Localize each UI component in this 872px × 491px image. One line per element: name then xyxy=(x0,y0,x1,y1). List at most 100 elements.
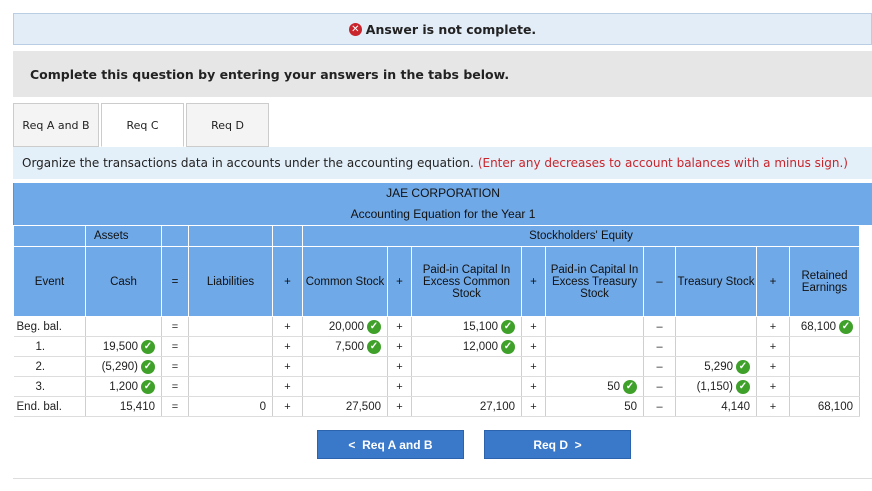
paid-in-treasury-header: Paid-in Capital In Excess Treasury Stock xyxy=(545,246,644,317)
event-label: End. bal. xyxy=(13,396,86,417)
paid-in-common-cell[interactable] xyxy=(411,376,522,397)
plus-sign: + xyxy=(521,356,546,377)
cash-cell-value: 19,500 xyxy=(102,340,138,353)
paid-in-treasury-cell[interactable] xyxy=(545,336,644,357)
plus-sign: + xyxy=(272,376,303,397)
event-label: 3. xyxy=(13,376,86,397)
paid-in-common-cell[interactable]: 15,100 ✓ xyxy=(411,316,522,337)
cash-cell[interactable] xyxy=(85,316,162,337)
liabilities-cell[interactable]: 0 xyxy=(188,396,273,417)
common-stock-cell[interactable] xyxy=(302,356,388,377)
prev-tab-button[interactable]: < Req A and B xyxy=(317,430,464,459)
table-row: 1. 19,500 ✓ = +7,500 ✓ +12,000 ✓ + – + xyxy=(13,336,860,357)
check-icon: ✓ xyxy=(141,359,155,374)
check-icon: ✓ xyxy=(623,379,637,394)
paid-in-common-header: Paid-in Capital In Excess Common Stock xyxy=(411,246,522,317)
plus-sign: + xyxy=(387,356,412,377)
plus-header: + xyxy=(272,246,303,317)
paid-in-treasury-cell[interactable]: 50 ✓ xyxy=(545,376,644,397)
organize-note: (Enter any decreases to account balances… xyxy=(477,156,848,170)
equals-sign: = xyxy=(161,376,189,397)
retained-earnings-cell[interactable] xyxy=(789,356,860,377)
liabilities-cell[interactable] xyxy=(188,316,273,337)
liabilities-cell[interactable] xyxy=(188,356,273,377)
paid-in-treasury-cell[interactable] xyxy=(545,316,644,337)
plus-sign: + xyxy=(756,356,790,377)
retained-earnings-header: Retained Earnings xyxy=(789,246,860,317)
retained-earnings-cell[interactable]: 68,100 ✓ xyxy=(789,316,860,337)
tab-req-c[interactable]: Req C xyxy=(101,103,184,147)
treasury-stock-cell-value: 5,290 xyxy=(704,360,733,373)
cash-header: Cash xyxy=(85,246,162,317)
common-stock-cell-value: 7,500 xyxy=(335,340,364,353)
paid-in-treasury-cell[interactable]: 50 xyxy=(545,396,644,417)
equals-sign: = xyxy=(161,396,189,417)
instruction-text: Complete this question by entering your … xyxy=(13,51,872,97)
paid-in-treasury-cell[interactable] xyxy=(545,356,644,377)
plus-sign: + xyxy=(521,376,546,397)
table-row: End. bal. 15,410 = 0 +27,500 +27,100 +50– 4,140… xyxy=(13,396,860,417)
retained-earnings-cell[interactable] xyxy=(789,376,860,397)
equals-sign: = xyxy=(161,316,189,337)
cash-cell[interactable]: 1,200 ✓ xyxy=(85,376,162,397)
retained-earnings-cell-value: 68,100 xyxy=(817,400,853,413)
treasury-stock-cell[interactable]: 4,140 xyxy=(675,396,757,417)
cash-cell-value: 15,410 xyxy=(119,400,155,413)
check-icon: ✓ xyxy=(141,379,155,394)
minus-sign: – xyxy=(643,396,676,417)
paid-in-treasury-cell-value: 50 xyxy=(607,380,620,393)
treasury-stock-cell[interactable]: (1,150) ✓ xyxy=(675,376,757,397)
liabilities-header: Liabilities xyxy=(188,246,273,317)
treasury-stock-cell[interactable] xyxy=(675,316,757,337)
plus-sign: + xyxy=(521,316,546,337)
treasury-stock-cell[interactable] xyxy=(675,336,757,357)
common-stock-cell[interactable]: 20,000 ✓ xyxy=(302,316,388,337)
paid-in-common-cell[interactable]: 27,100 xyxy=(411,396,522,417)
check-icon: ✓ xyxy=(367,339,381,354)
tab-req-a-and-b[interactable]: Req A and B xyxy=(13,103,99,147)
plus-header: + xyxy=(756,246,790,317)
paid-in-common-cell[interactable] xyxy=(411,356,522,377)
check-icon: ✓ xyxy=(367,319,381,334)
minus-sign: – xyxy=(643,356,676,377)
paid-in-treasury-cell-value: 50 xyxy=(624,400,637,413)
accounting-equation-table: Assets Stockholders' Equity Event Cash =… xyxy=(13,225,860,417)
answer-status-banner: ✕ Answer is not complete. xyxy=(13,13,872,45)
plus-sign: + xyxy=(521,396,546,417)
chevron-left-icon: < xyxy=(348,437,363,452)
assets-group-header: Assets xyxy=(85,225,162,247)
next-tab-label: Req D xyxy=(533,437,568,452)
cash-cell-value: (5,290) xyxy=(101,360,138,373)
treasury-stock-cell-value: 4,140 xyxy=(721,400,750,413)
minus-sign: – xyxy=(643,336,676,357)
cash-cell[interactable]: (5,290) ✓ xyxy=(85,356,162,377)
cash-cell[interactable]: 19,500 ✓ xyxy=(85,336,162,357)
paid-in-common-cell[interactable]: 12,000 ✓ xyxy=(411,336,522,357)
event-label: 2. xyxy=(13,356,86,377)
liabilities-cell[interactable] xyxy=(188,376,273,397)
check-icon: ✓ xyxy=(736,379,750,394)
plus-sign: + xyxy=(756,316,790,337)
tab-req-d[interactable]: Req D xyxy=(186,103,269,147)
common-stock-cell[interactable]: 7,500 ✓ xyxy=(302,336,388,357)
minus-sign: – xyxy=(643,376,676,397)
equals-sign: = xyxy=(161,356,189,377)
treasury-stock-cell[interactable]: 5,290 ✓ xyxy=(675,356,757,377)
table-row: Beg. bal. = +20,000 ✓ +15,100 ✓ + – +68,100 ✓ xyxy=(13,316,860,337)
cash-cell[interactable]: 15,410 xyxy=(85,396,162,417)
retained-earnings-cell[interactable]: 68,100 xyxy=(789,396,860,417)
plus-sign: + xyxy=(272,336,303,357)
prev-tab-label: Req A and B xyxy=(362,437,433,452)
cash-cell-value: 1,200 xyxy=(109,380,138,393)
next-tab-button[interactable]: Req D > xyxy=(484,430,631,459)
equals-header: = xyxy=(161,246,189,317)
common-stock-cell[interactable]: 27,500 xyxy=(302,396,388,417)
event-label: Beg. bal. xyxy=(13,316,86,337)
retained-earnings-cell[interactable] xyxy=(789,336,860,357)
table-row: 3. 1,200 ✓ = + + +50 ✓ – (1,150) ✓ + xyxy=(13,376,860,397)
common-stock-cell-value: 27,500 xyxy=(345,400,381,413)
answer-status-text: Answer is not complete. xyxy=(365,21,537,37)
liabilities-cell[interactable] xyxy=(188,336,273,357)
common-stock-cell[interactable] xyxy=(302,376,388,397)
event-label: 1. xyxy=(13,336,86,357)
